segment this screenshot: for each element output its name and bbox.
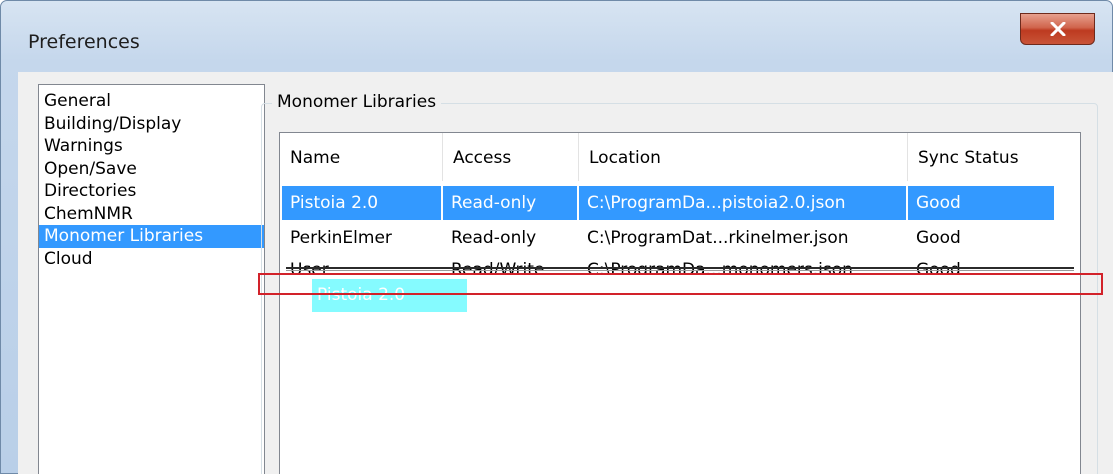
close-button[interactable] <box>1020 13 1095 45</box>
column-header-access[interactable]: Access <box>443 133 579 181</box>
cell-sync-status: Good <box>916 228 961 248</box>
close-x-icon <box>1050 22 1065 36</box>
table-row[interactable]: PerkinElmer Read-only C:\ProgramDat...rk… <box>280 221 1080 255</box>
category-item-building-display[interactable]: Building/Display <box>39 113 264 136</box>
cell-name: PerkinElmer <box>290 228 392 248</box>
category-list[interactable]: General Building/Display Warnings Open/S… <box>38 84 265 474</box>
category-item-cloud[interactable]: Cloud <box>39 248 264 271</box>
cell-sync-status: Good <box>908 186 1054 220</box>
window-title: Preferences <box>28 31 140 53</box>
drop-insertion-line <box>286 267 1074 271</box>
category-item-open-save[interactable]: Open/Save <box>39 158 264 181</box>
annotation-highlight-box <box>258 273 1103 295</box>
table-row[interactable]: Pistoia 2.0 Read-only C:\ProgramDa...pis… <box>280 186 1080 220</box>
category-item-warnings[interactable]: Warnings <box>39 135 264 158</box>
cell-location: C:\ProgramDa...pistoia2.0.json <box>579 186 908 220</box>
column-header-name[interactable]: Name <box>280 133 443 181</box>
group-label: Monomer Libraries <box>272 92 442 112</box>
category-item-monomer-libraries[interactable]: Monomer Libraries <box>39 225 264 248</box>
cell-access: Read-only <box>451 228 537 248</box>
category-item-general[interactable]: General <box>39 90 264 113</box>
cell-location: C:\ProgramDat...rkinelmer.json <box>587 228 849 248</box>
category-item-directories[interactable]: Directories <box>39 180 264 203</box>
list-header: Name Access Location Sync Status <box>280 133 1080 181</box>
column-header-sync-status[interactable]: Sync Status <box>908 133 1080 181</box>
cell-access: Read-only <box>443 186 579 220</box>
column-header-location[interactable]: Location <box>579 133 908 181</box>
cell-name: Pistoia 2.0 <box>282 186 443 220</box>
preferences-window: Preferences General Building/Display War… <box>0 0 1113 474</box>
libraries-list-view[interactable]: Name Access Location Sync Status Pistoia… <box>279 132 1081 474</box>
category-item-chemnmr[interactable]: ChemNMR <box>39 203 264 226</box>
